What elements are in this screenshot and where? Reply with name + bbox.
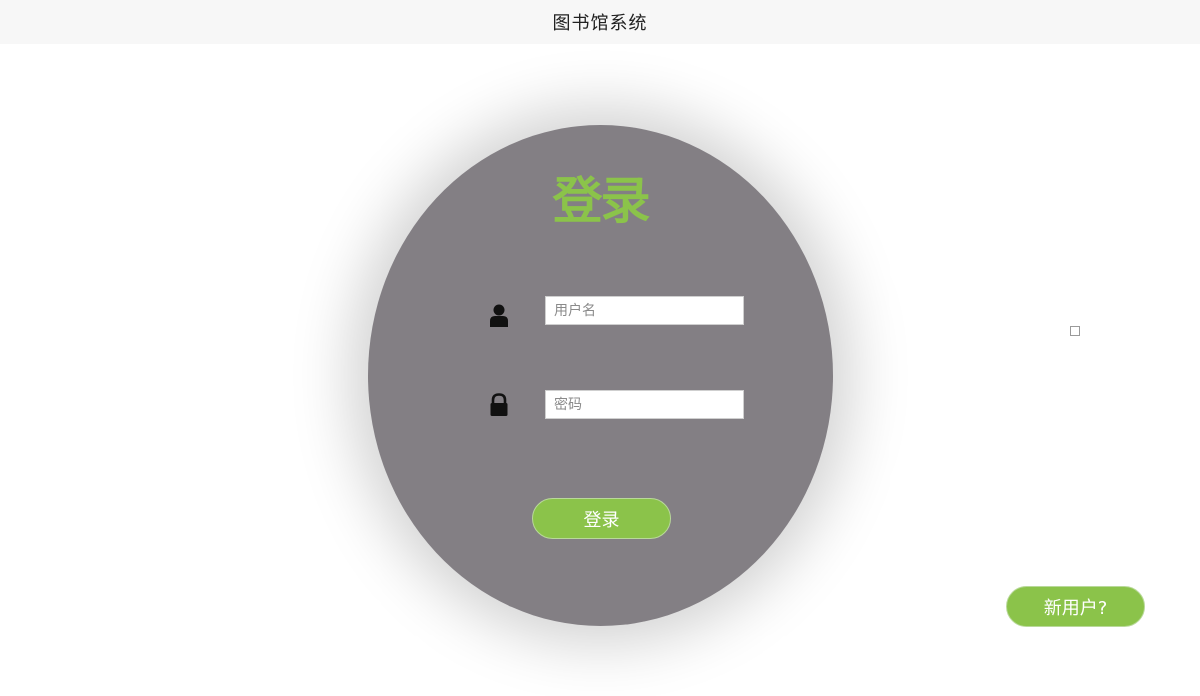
login-panel: 登录 登录 (368, 125, 833, 626)
login-heading: 登录 (552, 172, 651, 230)
password-input[interactable] (545, 390, 744, 419)
lock-icon (488, 393, 510, 417)
new-user-button[interactable]: 新用户? (1006, 586, 1145, 627)
login-button[interactable]: 登录 (532, 498, 671, 539)
checkbox[interactable] (1070, 326, 1080, 336)
username-input[interactable] (545, 296, 744, 325)
app-title: 图书馆系统 (552, 13, 648, 34)
app-header: 图书馆系统 (0, 0, 1200, 44)
user-icon (488, 303, 510, 327)
